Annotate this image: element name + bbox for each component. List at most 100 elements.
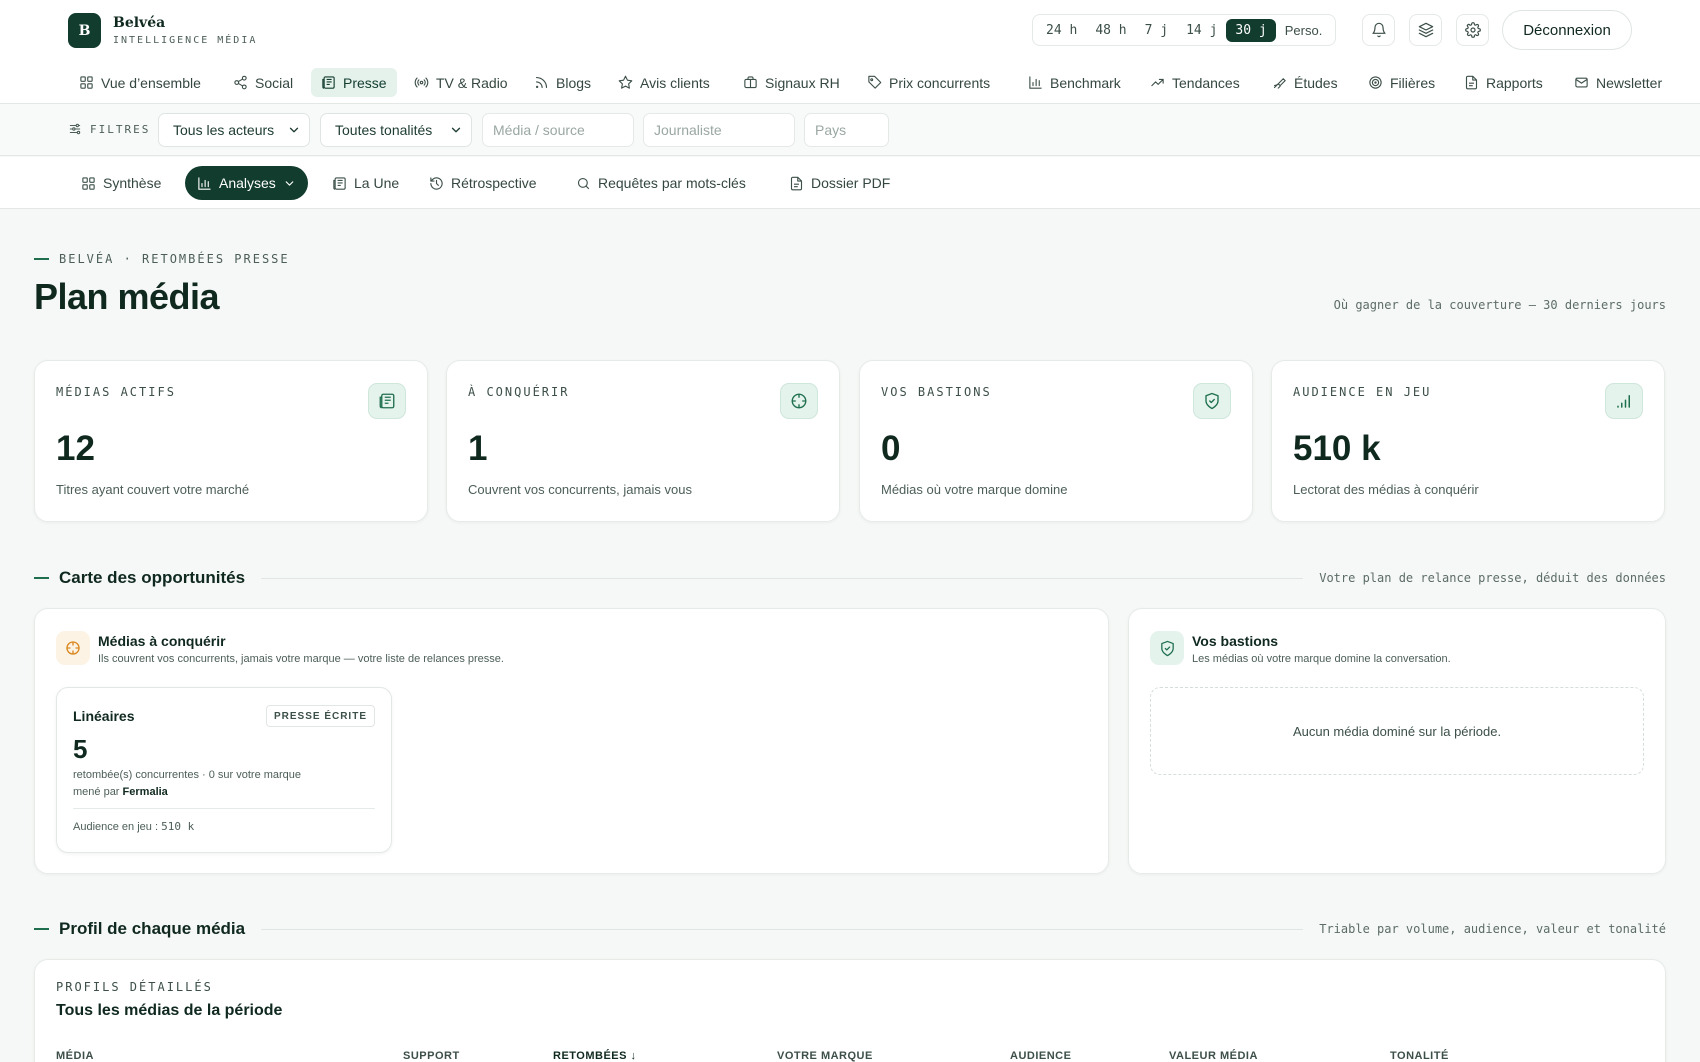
journalist-input[interactable] (643, 113, 795, 147)
nav-item-social[interactable]: Social (223, 68, 303, 97)
page-eyebrow: BELVÉA · RETOMBÉES PRESSE (34, 252, 290, 266)
column-header-coverage[interactable]: RETOMBÉES ↓ (553, 1050, 637, 1062)
country-input[interactable] (804, 113, 889, 147)
nav-item-label: Benchmark (1050, 74, 1121, 91)
briefcase-icon (744, 76, 757, 89)
kpi-description: Médias où votre marque domine (881, 482, 1068, 497)
broadcast-icon (414, 77, 429, 88)
nav-item-hr-signals[interactable]: Signaux RH (733, 68, 850, 97)
notifications-button[interactable] (1362, 14, 1395, 46)
signal-icon (1617, 395, 1630, 408)
period-30j[interactable]: 30 j (1226, 18, 1276, 42)
chevron-down-icon (451, 127, 461, 133)
tab-analyses[interactable]: Analyses (185, 166, 308, 200)
nav-item-label: Études (1294, 74, 1338, 91)
nav-item-label: Blogs (556, 74, 592, 91)
section-hint: Triable par volume, audience, valeur et … (1319, 922, 1666, 936)
tab-retrospective[interactable]: Rétrospective (417, 166, 549, 200)
section-rule (261, 928, 1304, 930)
nav-item-newsletter[interactable]: Newsletter (1564, 68, 1672, 97)
newspaper-icon (333, 176, 346, 190)
shield-icon (1205, 392, 1219, 410)
profiles-section-header: Profil de chaque média Triable par volum… (34, 919, 1666, 939)
rss-icon (535, 76, 548, 89)
column-header-media-value[interactable]: VALEUR MÉDIA (1169, 1050, 1258, 1062)
nav-item-overview[interactable]: Vue d’ensemble (69, 68, 211, 97)
media-coverage-detail: retombée(s) concurrentes · 0 sur votre m… (73, 769, 302, 781)
kpi-description: Couvrent vos concurrents, jamais vous (468, 482, 692, 497)
audience-value: 510 k (161, 820, 195, 833)
panel-subtitle: Ils couvrent vos concurrents, jamais vot… (98, 653, 504, 665)
column-header-your-brand[interactable]: VOTRE MARQUE (777, 1050, 873, 1062)
kpi-card-audience: AUDIENCE EN JEU 510 k Lectorat des média… (1271, 360, 1665, 522)
section-title: Carte des opportunités (59, 568, 246, 587)
page-hint: Où gagner de la couverture — 30 derniers… (1333, 298, 1666, 312)
eyebrow-dash (34, 258, 49, 260)
period-custom[interactable]: Perso. (1276, 19, 1332, 42)
column-header-media[interactable]: MÉDIA (56, 1050, 94, 1062)
column-header-tone[interactable]: TONALITÉ (1390, 1050, 1449, 1062)
period-24h[interactable]: 24 h (1037, 19, 1086, 42)
period-7j[interactable]: 7 j (1136, 19, 1177, 42)
bastions-panel: Vos bastions Les médias où votre marque … (1128, 608, 1666, 874)
tab-keyword-queries[interactable]: Requêtes par mots-clés (564, 166, 758, 200)
nav-item-blogs[interactable]: Blogs (524, 68, 601, 97)
chevron-down-icon (289, 127, 299, 133)
nav-item-label: Tendances (1172, 74, 1240, 91)
top-bar: B Belvéa INTELLIGENCE MÉDIA 24 h 48 h 7 … (0, 0, 1700, 60)
period-14j[interactable]: 14 j (1177, 19, 1226, 42)
kpi-value: 1 (468, 429, 488, 468)
kpi-value: 0 (881, 429, 901, 468)
nav-item-studies[interactable]: Études (1262, 68, 1348, 97)
layers-button[interactable] (1409, 14, 1442, 46)
opportunities-section-header: Carte des opportunités Votre plan de rel… (34, 568, 1666, 588)
tone-select-value: Toutes tonalités (335, 122, 433, 138)
nav-item-tv-radio[interactable]: TV & Radio (404, 68, 518, 97)
kpi-card-bastions: VOS BASTIONS 0 Médias où votre marque do… (859, 360, 1253, 522)
telescope-icon (1273, 77, 1286, 89)
logout-button[interactable]: Déconnexion (1502, 10, 1632, 50)
file-icon (790, 176, 803, 190)
mail-icon (1575, 77, 1588, 88)
nav-item-reports[interactable]: Rapports (1454, 68, 1553, 97)
actors-select[interactable]: Tous les acteurs (158, 113, 310, 147)
kpi-label: VOS BASTIONS (881, 385, 992, 399)
nav-item-sectors[interactable]: Filières (1358, 68, 1445, 97)
nav-item-presse[interactable]: Presse (311, 68, 397, 97)
media-card[interactable]: Linéaires PRESSE ÉCRITE 5 retombée(s) co… (56, 687, 392, 853)
tag-icon (868, 75, 882, 89)
nav-item-label: Presse (343, 74, 387, 91)
column-header-audience[interactable]: AUDIENCE (1010, 1050, 1071, 1062)
media-name: Linéaires (73, 708, 135, 724)
nav-item-label: Social (255, 74, 294, 91)
card-divider (73, 808, 375, 809)
media-source-input[interactable] (482, 113, 634, 147)
bar-chart-icon (1029, 76, 1042, 89)
kpi-description: Titres ayant couvert votre marché (56, 482, 250, 497)
kpi-value: 12 (56, 429, 95, 468)
layers-icon (1418, 22, 1433, 38)
nav-item-reviews[interactable]: Avis clients (608, 68, 720, 97)
settings-button[interactable] (1456, 14, 1489, 46)
grid-icon (82, 176, 95, 190)
column-header-support[interactable]: SUPPORT (403, 1050, 460, 1062)
newspaper-icon (379, 393, 395, 409)
profiles-eyebrow: PROFILS DÉTAILLÉS (56, 980, 213, 994)
kpi-icon (1193, 383, 1231, 419)
nav-item-competitor-prices[interactable]: Prix concurrents (857, 68, 1000, 97)
period-48h[interactable]: 48 h (1086, 19, 1135, 42)
nav-item-label: Newsletter (1596, 74, 1663, 91)
nav-item-trends[interactable]: Tendances (1140, 68, 1250, 97)
empty-state: Aucun média dominé sur la période. (1150, 687, 1644, 775)
media-led-by: mené par Fermalia (73, 786, 168, 798)
tab-synthese[interactable]: Synthèse (69, 166, 173, 200)
nav-item-benchmark[interactable]: Benchmark (1018, 68, 1131, 97)
trend-icon (1151, 78, 1164, 87)
search-icon (577, 177, 590, 189)
tab-la-une[interactable]: La Une (320, 166, 411, 200)
sub-nav: Synthèse Analyses La Une Rétrospective R… (0, 157, 1700, 209)
tone-select[interactable]: Toutes tonalités (320, 113, 472, 147)
section-dash (34, 928, 49, 930)
brand[interactable]: B Belvéa INTELLIGENCE MÉDIA (68, 13, 257, 48)
tab-pdf-dossier[interactable]: Dossier PDF (777, 166, 902, 200)
